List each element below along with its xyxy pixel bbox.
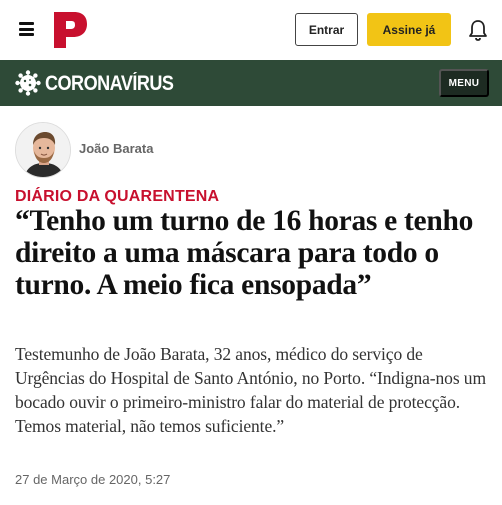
section-title[interactable]: CORONAVÍRUS: [45, 72, 174, 96]
article-headline: “Tenho um turno de 16 horas e tenho dire…: [15, 205, 474, 301]
author-avatar[interactable]: [15, 122, 71, 178]
publico-logo[interactable]: [52, 10, 88, 50]
section-bar: CORONAVÍRUS: [0, 60, 502, 106]
menu-button[interactable]: MENU: [439, 69, 489, 97]
top-header: Entrar Assine já: [0, 0, 502, 60]
virus-icon: [15, 70, 41, 96]
article-kicker[interactable]: DIÁRIO DA QUARENTENA: [15, 188, 219, 206]
bell-icon[interactable]: [468, 19, 488, 41]
subscribe-button[interactable]: Assine já: [367, 13, 451, 46]
article-date: 27 de Março de 2020, 5:27: [15, 472, 171, 487]
article-summary: Testemunho de João Barata, 32 anos, médi…: [15, 344, 486, 436]
author-name[interactable]: João Barata: [79, 141, 153, 156]
login-button[interactable]: Entrar: [295, 13, 358, 46]
hamburger-icon[interactable]: [19, 22, 34, 36]
